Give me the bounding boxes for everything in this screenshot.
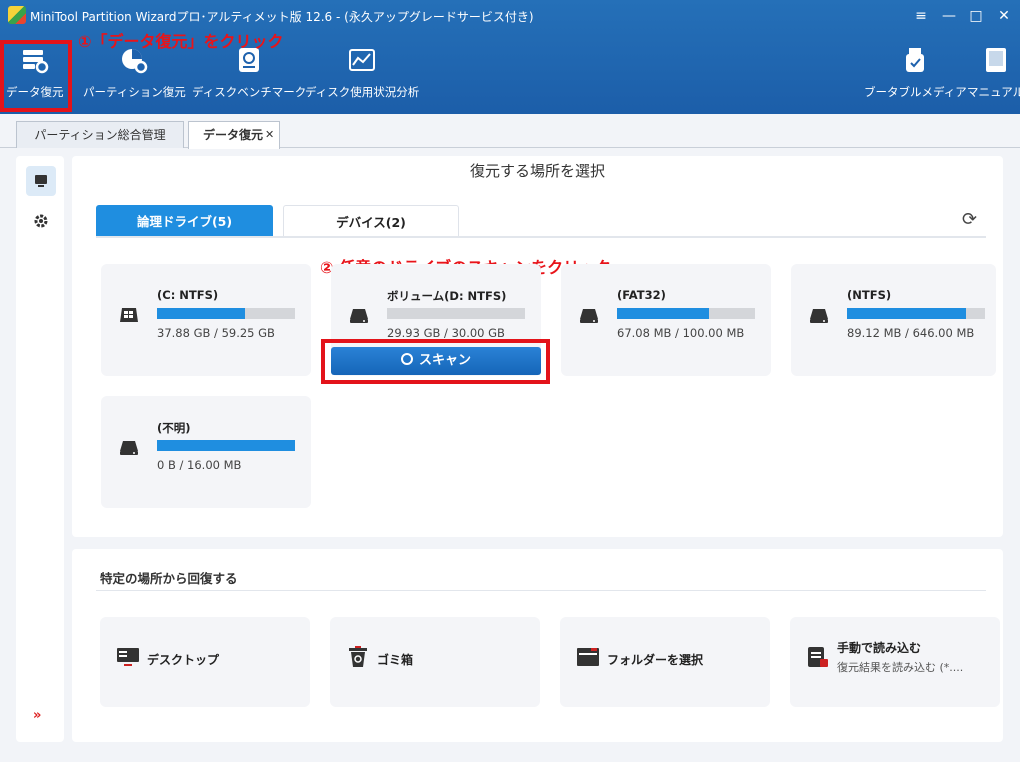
location-select-folder[interactable]: フォルダーを選択 [560, 617, 770, 707]
windows-drive-icon [118, 304, 140, 326]
bootable-media-label: ブータブルメディア [864, 85, 967, 99]
minimize-button[interactable]: — [938, 5, 960, 27]
location-name: ゴミ箱 [377, 653, 414, 667]
expand-icon[interactable]: » [33, 708, 41, 723]
manual-button[interactable]: マニュアル [967, 46, 1020, 100]
drive-size: 0 B / 16.00 MB [157, 458, 242, 472]
step1-highlight-box [0, 40, 72, 112]
drive-name: (不明) [157, 421, 191, 435]
tab-logical-drives[interactable]: 論理ドライブ(5) [96, 205, 273, 237]
drive-card[interactable]: (C: NTFS) 37.88 GB / 59.25 GB [101, 264, 311, 376]
bootable-media-button[interactable]: ブータブルメディア [864, 46, 967, 100]
trash-icon [346, 645, 370, 669]
location-recycle-bin[interactable]: ゴミ箱 [330, 617, 540, 707]
load-file-icon [806, 645, 830, 669]
location-subtext: 復元結果を読み込む (*.... [837, 661, 964, 674]
usage-fill [157, 308, 246, 319]
desktop-icon [116, 645, 140, 669]
maximize-button[interactable]: □ [965, 5, 987, 27]
space-analyzer-label: ディスク使用状況分析 [305, 85, 420, 99]
location-name: デスクトップ [147, 653, 220, 667]
partition-recovery-button[interactable]: パーティション復元 [83, 46, 186, 100]
tab-underline [96, 236, 986, 238]
usb-drive-icon [901, 46, 929, 74]
drive-name: (FAT32) [617, 288, 666, 302]
drive-icon [808, 304, 830, 326]
drive-size: 37.88 GB / 59.25 GB [157, 326, 275, 340]
drive-icon [578, 304, 600, 326]
disk-benchmark-button[interactable]: ディスクベンチマーク [192, 46, 306, 100]
refresh-icon[interactable]: ⟳ [962, 209, 977, 230]
drive-icon [348, 304, 370, 326]
section-title: 特定の場所から回復する [100, 571, 238, 586]
drive-card[interactable]: (NTFS) 89.12 MB / 646.00 MB [791, 264, 996, 376]
menu-icon[interactable]: ≡ [910, 5, 932, 27]
location-desktop[interactable]: デスクトップ [100, 617, 310, 707]
drive-size: 29.93 GB / 30.00 GB [387, 326, 505, 340]
drive-size: 89.12 MB / 646.00 MB [847, 326, 975, 340]
page-title: 復元する場所を選択 [469, 162, 605, 180]
app-logo-icon [8, 6, 26, 24]
tab-devices[interactable]: デバイス(2) [283, 205, 459, 237]
step2-highlight-box [321, 339, 550, 384]
usage-bar [387, 308, 525, 319]
disk-benchmark-label: ディスクベンチマーク [192, 85, 307, 99]
location-name: 手動で読み込む [837, 641, 922, 655]
drive-name: (C: NTFS) [157, 288, 219, 302]
space-analyzer-icon [348, 46, 376, 74]
drive-card[interactable]: (不明) 0 B / 16.00 MB [101, 396, 311, 508]
tab-close-icon[interactable]: ✕ [265, 122, 274, 148]
usage-bar [157, 440, 295, 451]
location-name: フォルダーを選択 [607, 653, 704, 667]
usage-bar [617, 308, 755, 319]
left-sidebar: » [16, 156, 64, 742]
window-title: MiniTool Partition Wizardプロ･アルティメット版 12.… [30, 10, 534, 24]
drive-icon [118, 436, 140, 458]
manual-label: マニュアル [967, 85, 1020, 99]
sidebar-item-settings[interactable] [26, 206, 56, 236]
location-manual-load[interactable]: 手動で読み込む 復元結果を読み込む (*.... [790, 617, 1000, 707]
usage-bar [847, 308, 985, 319]
drive-name: ボリューム(D: NTFS) [387, 289, 507, 303]
folder-icon [576, 645, 600, 669]
space-analyzer-button[interactable]: ディスク使用状況分析 [305, 46, 419, 100]
step1-annotation: ①「データ復元」をクリック [78, 32, 284, 51]
drive-name: (NTFS) [847, 288, 892, 302]
drive-size: 67.08 MB / 100.00 MB [617, 326, 745, 340]
tab-data-recovery-label: データ復元 [203, 128, 264, 142]
drive-card[interactable]: (FAT32) 67.08 MB / 100.00 MB [561, 264, 771, 376]
usage-fill [387, 308, 525, 319]
title-bar: MiniTool Partition Wizardプロ･アルティメット版 12.… [0, 0, 1020, 114]
tab-partition-management[interactable]: パーティション総合管理 [16, 121, 184, 148]
usage-fill [847, 308, 966, 319]
gear-icon [34, 214, 48, 228]
book-icon [982, 46, 1010, 74]
close-button[interactable]: ✕ [993, 5, 1015, 27]
usage-fill [157, 440, 295, 451]
usage-fill [617, 308, 710, 319]
tab-data-recovery[interactable]: データ復元 ✕ [188, 121, 280, 149]
partition-recovery-label: パーティション復元 [83, 85, 186, 99]
section-divider [96, 590, 986, 591]
usage-bar [157, 308, 295, 319]
